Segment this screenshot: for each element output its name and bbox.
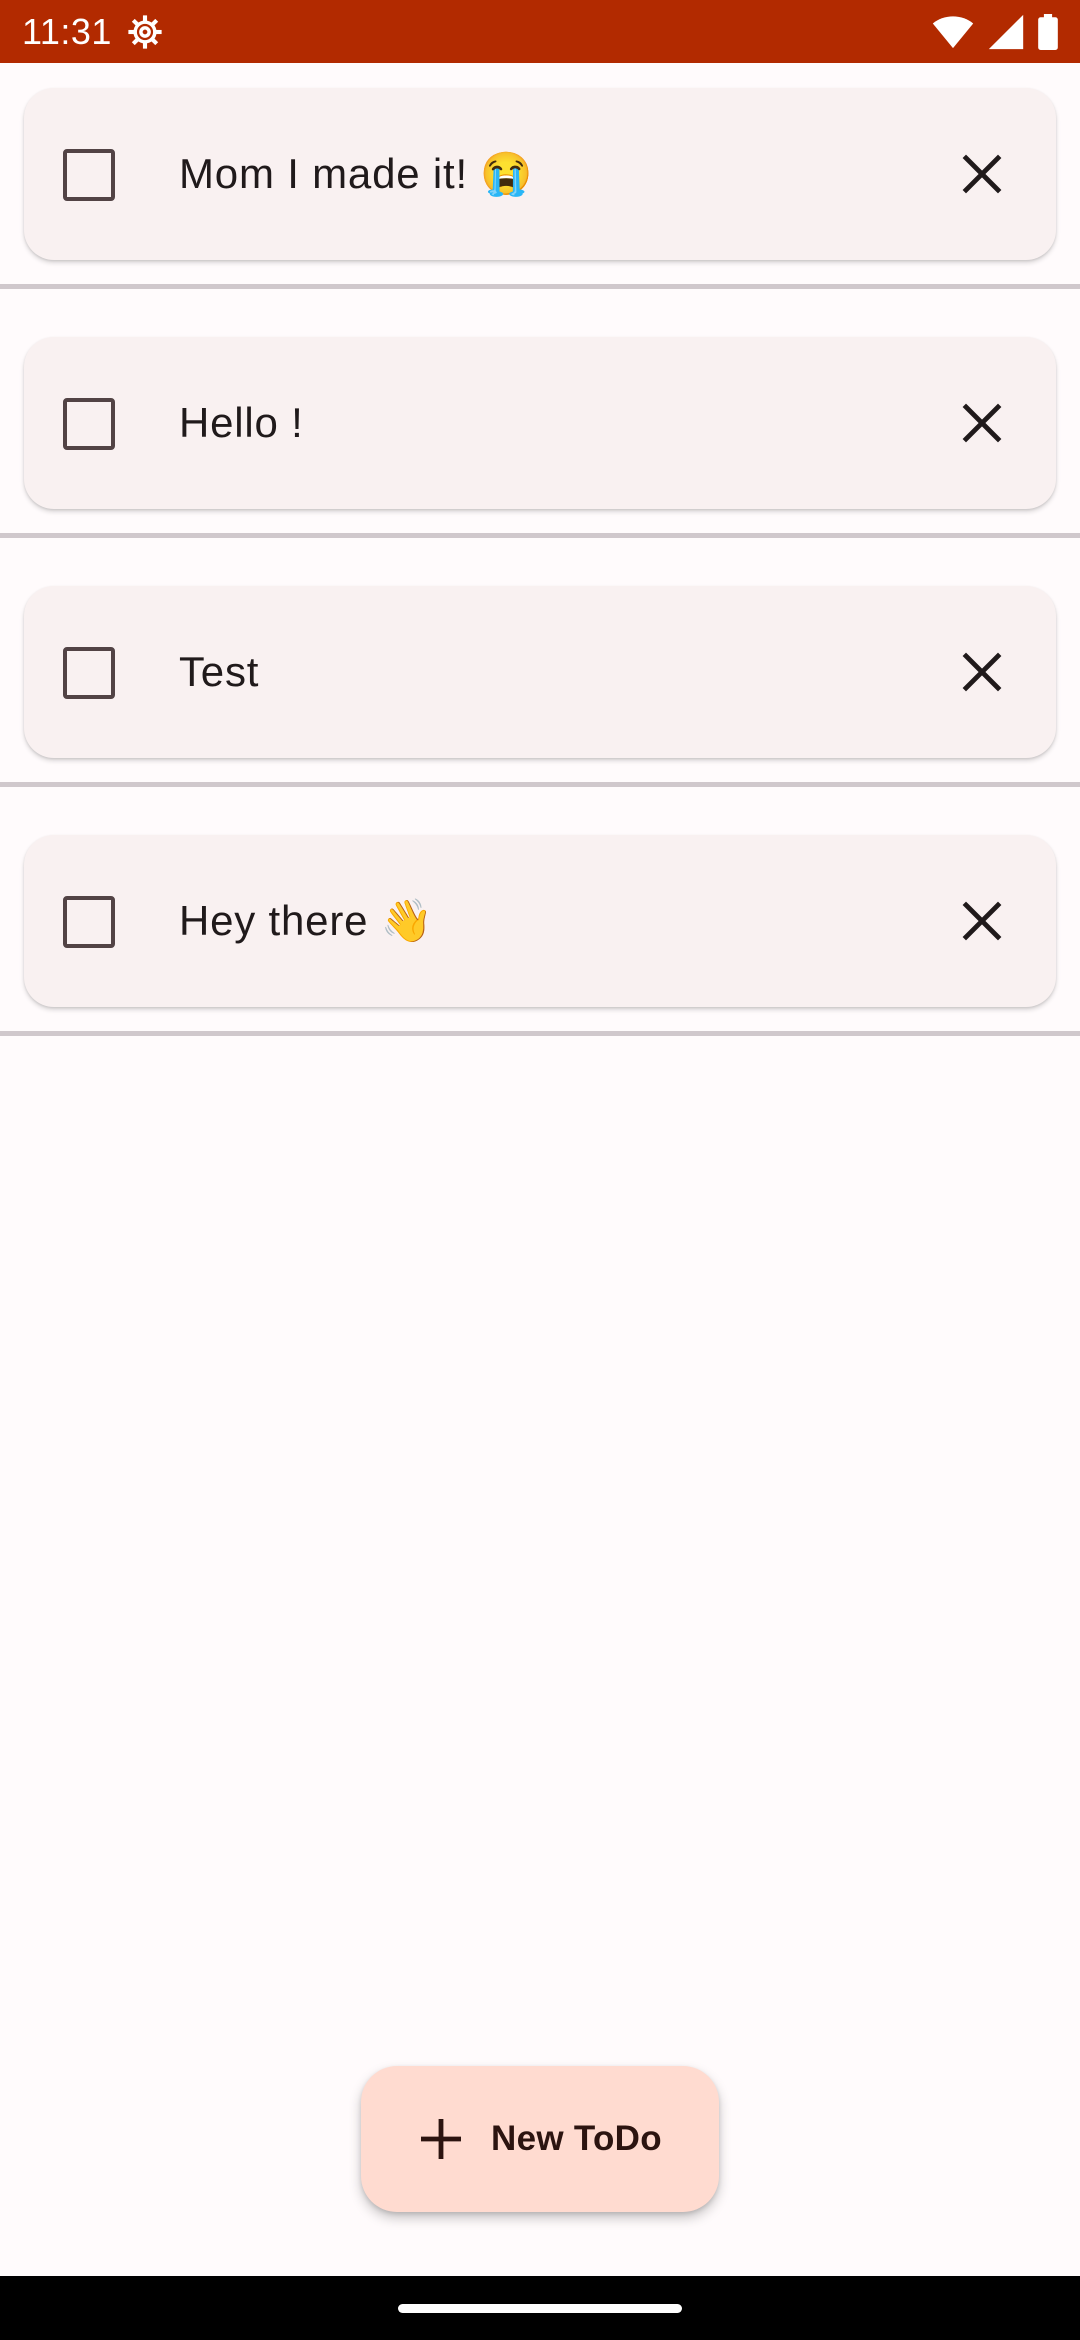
delete-todo-button[interactable] bbox=[932, 871, 1032, 971]
status-right bbox=[932, 13, 1058, 50]
status-left: 11:31 bbox=[22, 11, 164, 53]
new-todo-button[interactable]: New ToDo bbox=[361, 2066, 719, 2212]
todo-item: Hey there 👋 bbox=[0, 810, 1080, 1059]
close-icon bbox=[962, 901, 1002, 941]
wifi-icon bbox=[932, 15, 974, 49]
list-divider bbox=[0, 284, 1080, 289]
todo-text: Mom I made it! 😭 bbox=[179, 149, 534, 197]
close-icon bbox=[962, 403, 1002, 443]
plus-icon bbox=[421, 2119, 461, 2159]
delete-todo-button[interactable] bbox=[932, 373, 1032, 473]
list-divider bbox=[0, 1031, 1080, 1036]
delete-todo-button[interactable] bbox=[932, 622, 1032, 722]
status-bar: 11:31 bbox=[0, 0, 1080, 63]
todo-checkbox[interactable] bbox=[63, 149, 115, 201]
todo-text: Test bbox=[179, 648, 260, 695]
todo-checkbox[interactable] bbox=[63, 647, 115, 699]
todo-item: Mom I made it! 😭 bbox=[0, 63, 1080, 312]
delete-todo-button[interactable] bbox=[932, 124, 1032, 224]
todo-text: Hello ! bbox=[179, 399, 304, 446]
todo-card[interactable]: Hello ! bbox=[24, 337, 1056, 509]
battery-icon bbox=[1038, 13, 1058, 50]
todo-list: Mom I made it! 😭 Hello ! Test Hey there … bbox=[0, 63, 1080, 1059]
todo-checkbox[interactable] bbox=[63, 398, 115, 450]
list-divider bbox=[0, 533, 1080, 538]
cellular-signal-icon bbox=[988, 14, 1024, 50]
todo-checkbox[interactable] bbox=[63, 896, 115, 948]
todo-card[interactable]: Test bbox=[24, 586, 1056, 758]
settings-gear-icon bbox=[126, 13, 164, 51]
home-gesture-handle[interactable] bbox=[398, 2304, 682, 2313]
todo-card[interactable]: Mom I made it! 😭 bbox=[24, 88, 1056, 260]
todo-item: Test bbox=[0, 561, 1080, 810]
todo-card[interactable]: Hey there 👋 bbox=[24, 835, 1056, 1007]
close-icon bbox=[962, 154, 1002, 194]
close-icon bbox=[962, 652, 1002, 692]
list-divider bbox=[0, 782, 1080, 787]
todo-item: Hello ! bbox=[0, 312, 1080, 561]
new-todo-label: New ToDo bbox=[491, 2119, 662, 2158]
todo-text: Hey there 👋 bbox=[179, 896, 434, 944]
navigation-bar bbox=[0, 2276, 1080, 2340]
app-screen: 11:31 Mom I made it! 😭 Hello ! Test Hey … bbox=[0, 0, 1080, 2340]
status-time: 11:31 bbox=[22, 10, 112, 52]
